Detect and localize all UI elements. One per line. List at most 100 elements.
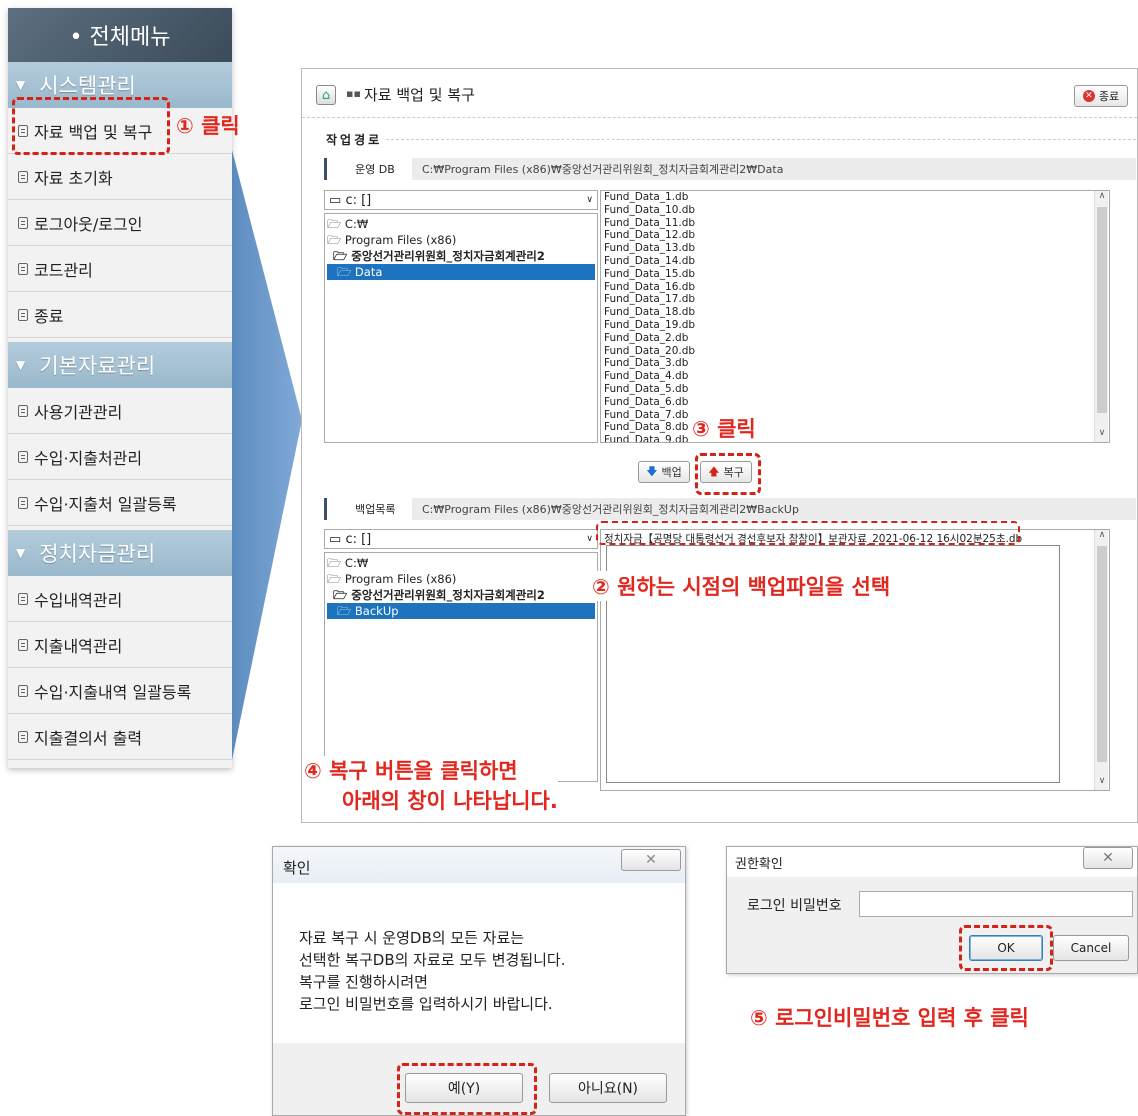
sidebar-item-reset[interactable]: 자료 초기화 (8, 154, 232, 200)
document-icon (18, 684, 28, 697)
scroll-up-icon[interactable]: ∧ (1095, 530, 1109, 544)
oper-scrollbar[interactable]: ∧ ∨ (1094, 191, 1108, 442)
file-item[interactable]: Fund_Data_18.db (604, 306, 1109, 319)
file-items: Fund_Data_1.db Fund_Data_10.db Fund_Data_1… (604, 191, 1109, 442)
cancel-label: Cancel (1070, 941, 1112, 955)
tree-node[interactable]: 🗁 C:₩ (327, 555, 595, 571)
zoom-funnel-graphic (232, 150, 302, 760)
file-item[interactable]: Fund_Data_14.db (604, 255, 1109, 268)
sidebar-item-label: 수입내역관리 (34, 590, 123, 610)
file-item[interactable]: Fund_Data_17.db (604, 293, 1109, 306)
group-label: 작업경로 (326, 133, 383, 147)
dialog-titlebar: 권한확인 ✕ (727, 847, 1137, 877)
grid-icon: ▪▪ (346, 87, 361, 100)
sidebar-item-partners[interactable]: 수입·지출처관리 (8, 434, 232, 480)
sidebar-item-exit[interactable]: 종료 (8, 292, 232, 338)
annotation-line: ④ 복구 버튼을 클릭하면 (304, 759, 518, 783)
sidebar-item-expense[interactable]: 지출내역관리 (8, 622, 232, 668)
file-item[interactable]: Fund_Data_4.db (604, 370, 1109, 383)
file-item[interactable]: Fund_Data_15.db (604, 268, 1109, 281)
file-item[interactable]: Fund_Data_12.db (604, 229, 1109, 242)
window-title: 자료 백업 및 복구 (364, 86, 475, 104)
folder-icon: 🗁 (327, 572, 342, 586)
file-item[interactable]: Fund_Data_3.db (604, 357, 1109, 370)
file-item[interactable]: Fund_Data_1.db (604, 191, 1109, 204)
highlight-box (397, 1063, 537, 1115)
file-item[interactable]: Fund_Data_20.db (604, 345, 1109, 358)
tree-node[interactable]: 🗁 중앙선거관리위원회_정치자금회계관리2 (327, 248, 595, 264)
tree-node-label: Data (354, 265, 383, 279)
backup-scrollbar[interactable]: ∧ ∨ (1094, 530, 1108, 790)
message-line: 복구를 진행하시려면 (299, 973, 428, 991)
divider (386, 139, 1136, 140)
file-item[interactable]: Fund_Data_10.db (604, 204, 1109, 217)
file-item[interactable]: Fund_Data_19.db (604, 319, 1109, 332)
no-button[interactable]: 아니요(N) (549, 1073, 667, 1103)
password-field[interactable] (859, 891, 1133, 917)
sidebar-section-basic[interactable]: ▼ 기본자료관리 (8, 342, 232, 388)
tree-node-selected[interactable]: 🗁 Data (327, 264, 595, 280)
file-item[interactable]: Fund_Data_2.db (604, 332, 1109, 345)
scroll-down-icon[interactable]: ∨ (1095, 428, 1109, 442)
file-item[interactable]: Fund_Data_11.db (604, 217, 1109, 230)
sidebar-item-label: 로그아웃/로그인 (34, 214, 143, 234)
sidebar-item-label: 자료 초기화 (34, 168, 113, 188)
file-item[interactable]: Fund_Data_8.db (604, 421, 1109, 434)
tree-node[interactable]: 🗁 Program Files (x86) (327, 232, 595, 248)
sidebar-item-label: 수입·지출처관리 (34, 448, 143, 468)
oper-file-list[interactable]: Fund_Data_1.db Fund_Data_10.db Fund_Data_1… (600, 190, 1110, 443)
highlight-box (596, 521, 1020, 545)
drive-value-text: c: [] (345, 531, 372, 547)
file-item[interactable]: Fund_Data_13.db (604, 242, 1109, 255)
annotation-line: 아래의 창이 나타납니다. (342, 789, 558, 813)
document-icon (18, 638, 28, 651)
file-item[interactable]: Fund_Data_7.db (604, 409, 1109, 422)
tree-node[interactable]: 🗁 C:₩ (327, 216, 595, 232)
tree-node[interactable]: 🗁 Program Files (x86) (327, 571, 595, 587)
backup-restore-window: ⌂ ▪▪ 자료 백업 및 복구 ✕ 종료 작업경로 운영 DB C:₩Progra… (301, 68, 1138, 823)
tree-node-label: C:₩ (344, 217, 369, 231)
close-window-button[interactable]: ✕ 종료 (1074, 85, 1128, 107)
sidebar-item-bulk[interactable]: 수입·지출내역 일괄등록 (8, 668, 232, 714)
file-item[interactable]: Fund_Data_16.db (604, 281, 1109, 294)
highlight-box (959, 925, 1053, 971)
oper-folder-tree[interactable]: 🗁 C:₩ 🗁 Program Files (x86) 🗁 중앙선거관리위원회_… (324, 213, 598, 443)
folder-open-icon: 🗁 (337, 604, 352, 618)
tree-node[interactable]: 🗁 중앙선거관리위원회_정치자금회계관리2 (327, 587, 595, 603)
no-label: 아니요(N) (577, 1081, 639, 1097)
scroll-down-icon[interactable]: ∨ (1095, 776, 1109, 790)
close-icon[interactable]: ✕ (1083, 847, 1133, 869)
scroll-up-icon[interactable]: ∧ (1095, 191, 1109, 205)
scroll-thumb[interactable] (1097, 546, 1107, 762)
file-item[interactable]: Fund_Data_6.db (604, 396, 1109, 409)
sidebar-item-logout[interactable]: 로그아웃/로그인 (8, 200, 232, 246)
sidebar-item-print[interactable]: 지출결의서 출력 (8, 714, 232, 760)
tree-node-label: C:₩ (344, 556, 369, 570)
password-label: 로그인 비밀번호 (747, 898, 842, 914)
tree-node-selected[interactable]: 🗁 BackUp (327, 603, 595, 619)
sidebar-item-codes[interactable]: 코드관리 (8, 246, 232, 292)
backup-folder-tree[interactable]: 🗁 C:₩ 🗁 Program Files (x86) 🗁 중앙선거관리위원회_… (324, 552, 598, 782)
file-item[interactable]: Fund_Data_9.db (604, 434, 1109, 442)
document-icon (18, 450, 28, 463)
drive-value: ▭ c: [] (329, 532, 371, 547)
backup-button[interactable]: 🡇 백업 (638, 461, 690, 483)
backup-pathbar: 백업목록 C:₩Program Files (x86)₩중앙선거관리위원회_정치… (324, 498, 1136, 520)
sidebar-item-partners-bulk[interactable]: 수입·지출처 일괄등록 (8, 480, 232, 526)
oper-drive-select[interactable]: ▭ c: [] ∨ (324, 190, 598, 210)
close-icon: ✕ (1082, 90, 1095, 102)
drive-icon: ▭ (329, 192, 342, 208)
cancel-button[interactable]: Cancel (1053, 935, 1129, 961)
scroll-thumb[interactable] (1097, 207, 1107, 413)
annotation-step3: ③ 클릭 (692, 417, 756, 441)
home-icon[interactable]: ⌂ (316, 85, 336, 105)
close-icon[interactable]: ✕ (621, 849, 681, 871)
sidebar-item-org[interactable]: 사용기관관리 (8, 388, 232, 434)
dialog-title: 권한확인 (735, 857, 783, 872)
sidebar-section-funds[interactable]: ▼ 정치자금관리 (8, 530, 232, 576)
file-item[interactable]: Fund_Data_5.db (604, 383, 1109, 396)
section-label: 기본자료관리 (39, 354, 156, 378)
backup-drive-select[interactable]: ▭ c: [] ∨ (324, 529, 598, 549)
chevron-down-icon: ∨ (586, 195, 593, 205)
sidebar-item-income[interactable]: 수입내역관리 (8, 576, 232, 622)
